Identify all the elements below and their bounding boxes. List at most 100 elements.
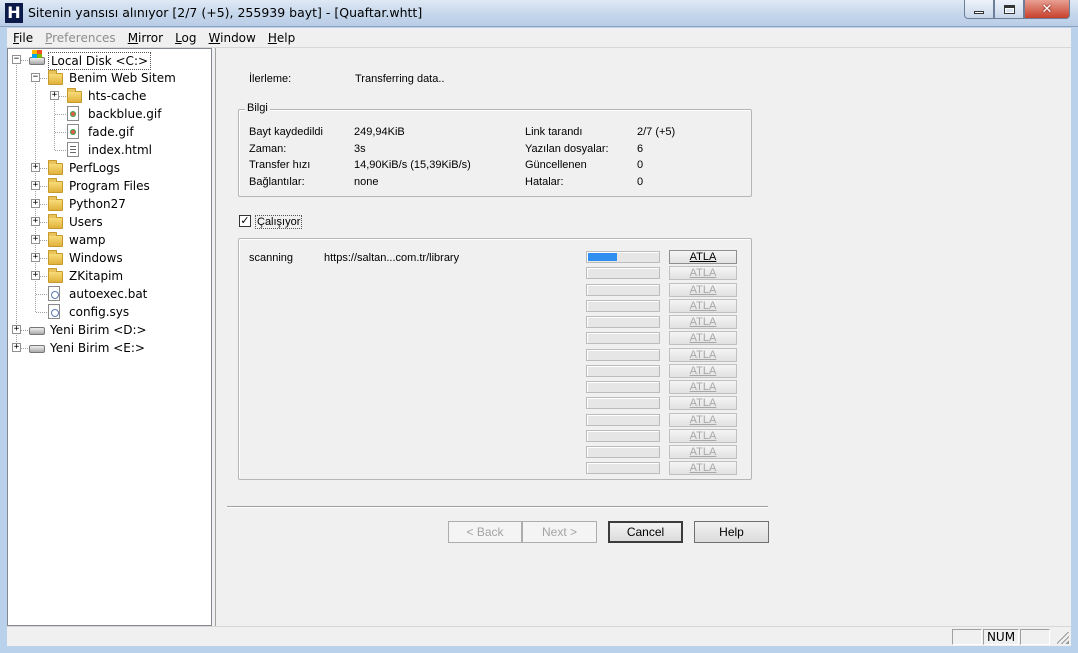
splitter[interactable] bbox=[212, 48, 216, 626]
num-lock-indicator: NUM bbox=[983, 629, 1019, 645]
tree-item[interactable]: ZKitapim bbox=[67, 268, 125, 284]
info-value: 14,90KiB/s (15,39KiB/s) bbox=[354, 159, 471, 171]
tree-item[interactable]: fade.gif bbox=[86, 124, 136, 140]
gif-file-icon bbox=[67, 106, 79, 121]
status-pane-empty bbox=[952, 629, 982, 645]
tree-item[interactable]: Python27 bbox=[67, 196, 128, 212]
help-button[interactable]: Help bbox=[694, 521, 769, 543]
tree-item[interactable]: Benim Web Sitem bbox=[67, 70, 178, 86]
tree-item[interactable]: PerfLogs bbox=[67, 160, 122, 176]
collapse-icon[interactable]: − bbox=[31, 73, 40, 82]
skip-button[interactable]: ATLA bbox=[669, 380, 737, 394]
transfer-progress-bar bbox=[586, 446, 660, 458]
info-label: Link tarandı bbox=[525, 126, 583, 138]
expand-icon[interactable]: + bbox=[31, 181, 40, 190]
skip-button[interactable]: ATLA bbox=[669, 412, 737, 427]
transfer-progress-bar bbox=[586, 381, 660, 393]
close-button[interactable]: ✕ bbox=[1024, 0, 1070, 19]
next-button[interactable]: Next > bbox=[522, 521, 597, 543]
tree-item[interactable]: config.sys bbox=[67, 304, 131, 320]
expand-icon[interactable]: + bbox=[31, 163, 40, 172]
running-checkbox[interactable]: ✓ bbox=[239, 215, 251, 227]
tree-connector bbox=[36, 312, 47, 313]
checkmark-icon: ✓ bbox=[240, 214, 250, 227]
expand-icon[interactable]: + bbox=[12, 325, 21, 334]
tree-item[interactable]: index.html bbox=[86, 142, 154, 158]
config-file-icon bbox=[48, 286, 60, 301]
expand-icon[interactable]: + bbox=[50, 91, 59, 100]
skip-button[interactable]: ATLA bbox=[669, 461, 737, 476]
tree-item[interactable]: hts-cache bbox=[86, 88, 148, 104]
cancel-button[interactable]: Cancel bbox=[608, 521, 683, 543]
tree-item[interactable]: Local Disk <C:> bbox=[48, 52, 152, 70]
folder-tree[interactable]: − Local Disk <C:> − Benim Web Sitem + hts-cac… bbox=[7, 48, 212, 626]
tree-item[interactable]: backblue.gif bbox=[86, 106, 163, 122]
progress-value: Transferring data.. bbox=[355, 73, 445, 85]
tree-connector bbox=[55, 150, 66, 151]
menu-window[interactable]: Window bbox=[203, 28, 262, 48]
info-label: Güncellenen bbox=[525, 159, 587, 171]
menu-preferences[interactable]: Preferences bbox=[39, 28, 122, 48]
tree-connector bbox=[55, 114, 66, 115]
menu-file[interactable]: File bbox=[7, 28, 39, 48]
title-bar[interactable]: H Sitenin yansısı alınıyor [2/7 (+5), 25… bbox=[0, 0, 1078, 27]
minimize-icon bbox=[974, 10, 984, 14]
html-file-icon bbox=[67, 142, 79, 157]
skip-button[interactable]: ATLA bbox=[669, 445, 737, 459]
skip-button[interactable]: ATLA bbox=[669, 282, 737, 297]
transfers-groupbox: scanning https://saltan...com.tr/library A… bbox=[238, 238, 752, 480]
tree-connector bbox=[55, 132, 66, 133]
tree-item[interactable]: Windows bbox=[67, 250, 125, 266]
info-value: 0 bbox=[637, 159, 644, 171]
info-value: 0 bbox=[637, 175, 644, 188]
transfer-progress-bar bbox=[586, 429, 660, 442]
info-label: Yazılan dosyalar: bbox=[525, 142, 609, 155]
drive-icon bbox=[29, 327, 45, 335]
transfer-progress-bar bbox=[586, 251, 660, 263]
divider bbox=[227, 506, 768, 508]
collapse-icon[interactable]: − bbox=[12, 55, 21, 64]
gif-file-icon bbox=[67, 124, 79, 139]
skip-button[interactable]: ATLA bbox=[669, 331, 737, 346]
transfer-progress-bar bbox=[586, 348, 660, 361]
resize-grip-icon[interactable] bbox=[1057, 632, 1069, 644]
tree-item[interactable]: autoexec.bat bbox=[67, 286, 149, 302]
transfer-progress-bar bbox=[586, 462, 660, 475]
minimize-button[interactable] bbox=[964, 0, 994, 19]
skip-button[interactable]: ATLA bbox=[669, 396, 737, 411]
tree-item[interactable]: wamp bbox=[67, 232, 107, 248]
menu-mirror[interactable]: Mirror bbox=[122, 28, 169, 48]
folder-icon bbox=[48, 232, 63, 247]
expand-icon[interactable]: + bbox=[31, 199, 40, 208]
info-groupbox: Bilgi Bayt kaydedildi 249,94KiB Zaman: 3s Tr… bbox=[238, 102, 752, 197]
menu-help[interactable]: Help bbox=[262, 28, 301, 48]
skip-button[interactable]: ATLA bbox=[669, 363, 737, 378]
maximize-button[interactable] bbox=[994, 0, 1024, 19]
menu-log[interactable]: Log bbox=[169, 28, 202, 48]
back-button[interactable]: < Back bbox=[448, 521, 522, 543]
menu-accelerator: M bbox=[127, 30, 139, 45]
expand-icon[interactable]: + bbox=[12, 343, 21, 352]
transfer-progress-bar bbox=[586, 267, 660, 280]
skip-button[interactable]: ATLA bbox=[669, 428, 737, 443]
skip-button[interactable]: ATLA bbox=[669, 266, 737, 281]
expand-icon[interactable]: + bbox=[31, 235, 40, 244]
expand-icon[interactable]: + bbox=[31, 217, 40, 226]
tree-item[interactable]: Users bbox=[67, 214, 105, 230]
info-value: 3s bbox=[354, 142, 366, 155]
skip-button[interactable]: ATLA bbox=[669, 250, 737, 264]
skip-button[interactable]: ATLA bbox=[669, 315, 737, 329]
tree-item[interactable]: Yeni Birim <E:> bbox=[48, 340, 147, 356]
skip-button[interactable]: ATLA bbox=[669, 347, 737, 362]
tree-item[interactable]: Yeni Birim <D:> bbox=[48, 322, 149, 338]
expand-icon[interactable]: + bbox=[31, 253, 40, 262]
skip-button[interactable]: ATLA bbox=[669, 298, 737, 313]
info-label: Zaman: bbox=[249, 142, 287, 155]
menu-label-rest: irror bbox=[138, 30, 164, 45]
tree-item[interactable]: Program Files bbox=[67, 178, 152, 194]
config-file-icon bbox=[48, 304, 60, 319]
transfer-progress-bar bbox=[586, 332, 660, 345]
expand-icon[interactable]: + bbox=[31, 271, 40, 280]
menu-label-rest: ile bbox=[19, 30, 34, 45]
progress-label: İlerleme: bbox=[249, 73, 292, 85]
